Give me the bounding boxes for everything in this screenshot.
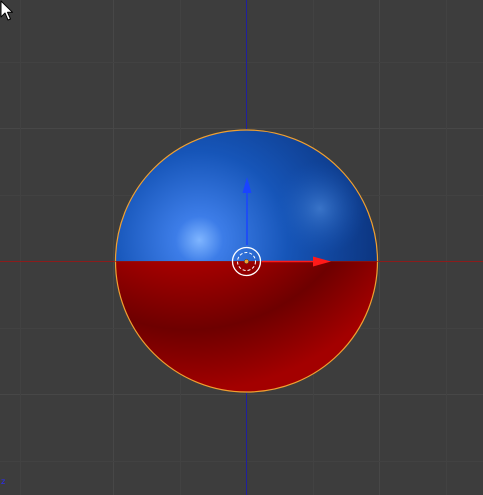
mouse-pointer-icon	[0, 0, 13, 21]
viewport-canvas[interactable]	[0, 0, 483, 495]
3d-viewport[interactable]: z	[0, 0, 483, 495]
axis-indicator-label: z	[1, 477, 6, 486]
object-origin-dot	[244, 259, 249, 264]
